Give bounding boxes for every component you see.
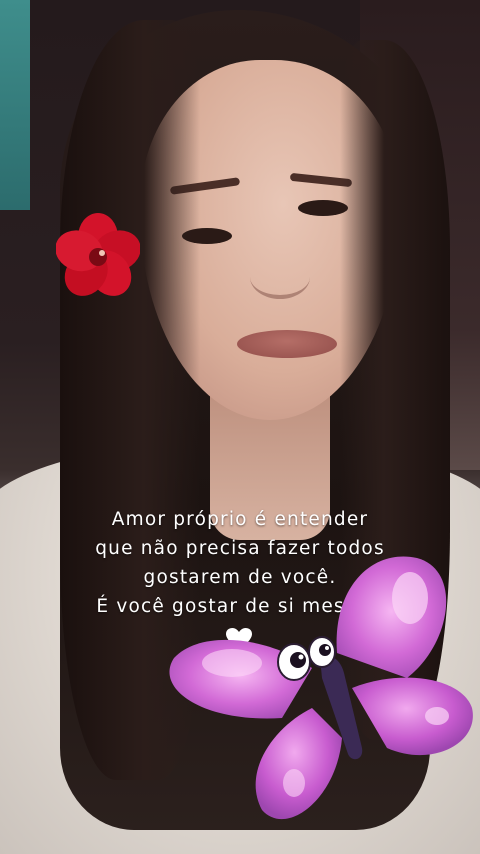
background-teal-wall	[0, 0, 30, 210]
photo-story: Amor próprio é entender que não precisa …	[0, 0, 480, 854]
hibiscus-flower	[56, 213, 140, 296]
quote-line-1: Amor próprio é entender	[111, 509, 369, 530]
butterfly-sticker	[169, 556, 473, 820]
lips	[237, 330, 337, 358]
nose	[250, 255, 310, 299]
